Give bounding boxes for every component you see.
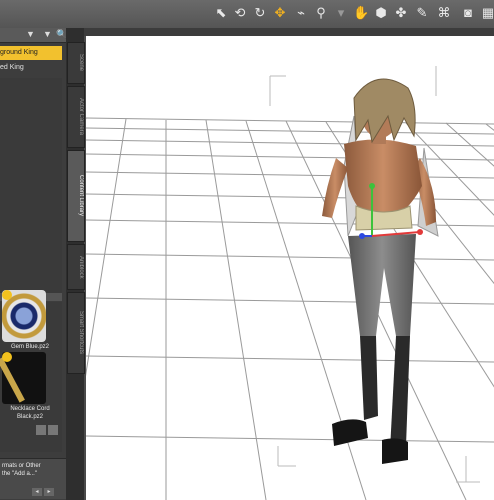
- scene-tree-item-selected[interactable]: ground King: [0, 46, 62, 60]
- tab-smart-shortcuts[interactable]: Smart Shortcuts: [67, 292, 85, 374]
- joint-weight-icon[interactable]: ⚲: [313, 5, 329, 21]
- joint-editor-icon[interactable]: ✎: [414, 5, 430, 21]
- pose-badge-icon: [2, 352, 12, 362]
- next-button[interactable]: ▸: [44, 488, 54, 496]
- separator-icon: ▾: [337, 5, 345, 20]
- 3d-viewport[interactable]: [86, 36, 494, 500]
- node-weight-icon[interactable]: ⌁: [293, 5, 309, 21]
- nav-buttons: ◂ ▸: [32, 480, 56, 498]
- geometry-editor-icon[interactable]: ✤: [393, 5, 409, 21]
- thumbnail-label: Black.pz2: [16, 414, 43, 420]
- scene-tree-item[interactable]: ed King: [0, 62, 62, 74]
- pane-buttons: [36, 422, 64, 435]
- main-toolbar: ⬉ ⟲ ↻ ✥ ⌁ ⚲ ▾ ✋ ⬢ ✤ ✎ ⌘ ◙ ▦: [0, 0, 494, 29]
- scene-tree[interactable]: [0, 78, 62, 293]
- tab-actor-camera[interactable]: Actor Camera: [67, 86, 85, 148]
- camera-icon[interactable]: ◙: [460, 5, 476, 21]
- active-pose-icon[interactable]: ✋: [353, 5, 369, 21]
- prev-button[interactable]: ◂: [32, 488, 42, 496]
- brush-tool-icon[interactable]: ⌘: [436, 5, 452, 21]
- view-size-button[interactable]: [48, 425, 58, 435]
- viewport-canvas: [86, 66, 494, 500]
- ground-grid: [86, 117, 494, 500]
- thumbnail-label: Necklace Cord: [10, 406, 50, 412]
- side-tab-strip: Scene Actor Camera Content Library Anibl…: [66, 28, 85, 500]
- info-line: the "Add a...": [2, 471, 37, 477]
- thumbnail-label: Gem Blue.pz2: [10, 344, 50, 350]
- scene-panel: ▼ ▼ 🔍 ground King ed King Gem Blue.pz2 N…: [0, 28, 67, 500]
- tab-scene[interactable]: Scene: [67, 42, 85, 84]
- pose-badge-icon: [2, 290, 12, 300]
- panel-header: ▼ ▼ 🔍: [0, 28, 67, 43]
- info-line: rmats or Other: [2, 463, 41, 469]
- options-icon[interactable]: ▦: [480, 5, 494, 21]
- viewport-frame: [84, 28, 494, 36]
- twist-tool-icon[interactable]: ↻: [252, 5, 268, 21]
- tab-aniblock[interactable]: Aniblock: [67, 244, 85, 290]
- rotate-tool-icon[interactable]: ⟲: [232, 5, 248, 21]
- dropdown-arrow-icon[interactable]: ▼: [26, 29, 35, 39]
- dropdown-arrow-icon[interactable]: ▼: [43, 29, 52, 39]
- surface-selection-icon[interactable]: ⬢: [373, 5, 389, 21]
- translate-tool-icon[interactable]: ✥: [272, 5, 288, 21]
- pointer-tool-icon[interactable]: ⬉: [213, 5, 229, 21]
- tab-content-library[interactable]: Content Library: [67, 150, 85, 242]
- view-mode-button[interactable]: [36, 425, 46, 435]
